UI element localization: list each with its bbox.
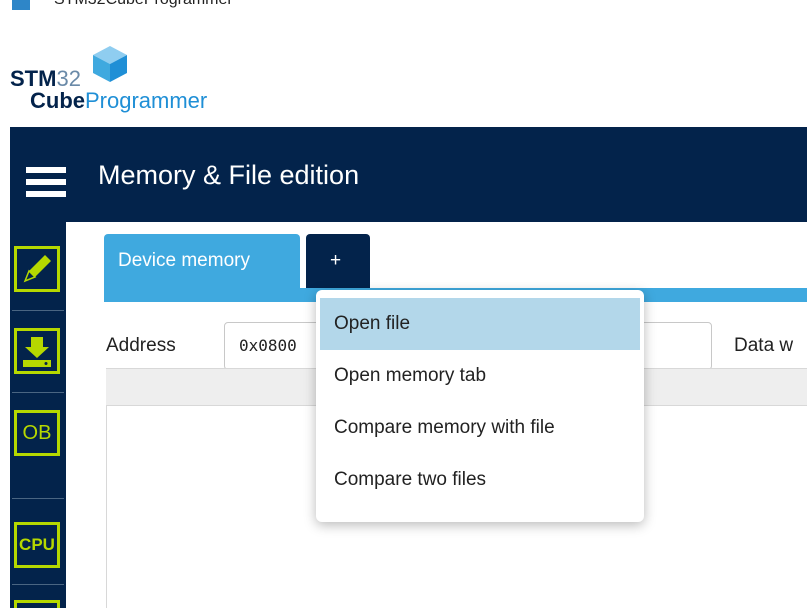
sidebar-item-option-bytes[interactable]: OB xyxy=(14,410,60,456)
menu-item-compare-memory-with-file[interactable]: Compare memory with file xyxy=(320,402,640,454)
tab-device-memory[interactable]: Device memory xyxy=(104,234,300,288)
app-logo: STM32 CubeProgrammer xyxy=(10,44,250,124)
sidebar: OB CPU xyxy=(10,222,66,608)
sidebar-item-memory-edit[interactable] xyxy=(14,246,60,292)
sidebar-divider xyxy=(12,310,64,311)
window-title: STM32CubeProgrammer xyxy=(54,0,233,9)
sidebar-item-cpu[interactable]: CPU xyxy=(14,522,60,568)
sidebar-item-next[interactable] xyxy=(14,600,60,608)
menu-item-open-file[interactable]: Open file xyxy=(320,298,640,350)
page-title: Memory & File edition xyxy=(98,160,360,190)
sidebar-divider xyxy=(12,584,64,585)
logo-product: CubeProgrammer xyxy=(30,88,208,113)
window-title-bar: STM32CubeProgrammer xyxy=(0,0,807,20)
address-label: Address xyxy=(106,335,176,356)
sidebar-divider xyxy=(12,498,64,499)
menu-item-compare-two-files[interactable]: Compare two files xyxy=(320,454,640,506)
sidebar-divider xyxy=(12,392,64,393)
ob-icon: OB xyxy=(22,422,52,444)
add-tab-dropdown-menu: Open file Open memory tab Compare memory… xyxy=(316,290,644,522)
menu-item-open-memory-tab[interactable]: Open memory tab xyxy=(320,350,640,402)
download-icon xyxy=(23,337,51,367)
app-icon xyxy=(12,0,30,10)
tab-add-button[interactable]: + xyxy=(306,234,370,288)
sidebar-item-erasing-programming[interactable] xyxy=(14,328,60,374)
cube-logo-icon xyxy=(93,46,127,82)
header-bar: Memory & File edition xyxy=(10,127,807,222)
data-width-label: Data w xyxy=(734,335,794,356)
cpu-icon: CPU xyxy=(19,535,55,554)
hamburger-menu-icon[interactable] xyxy=(26,167,66,197)
pencil-icon xyxy=(23,255,51,283)
